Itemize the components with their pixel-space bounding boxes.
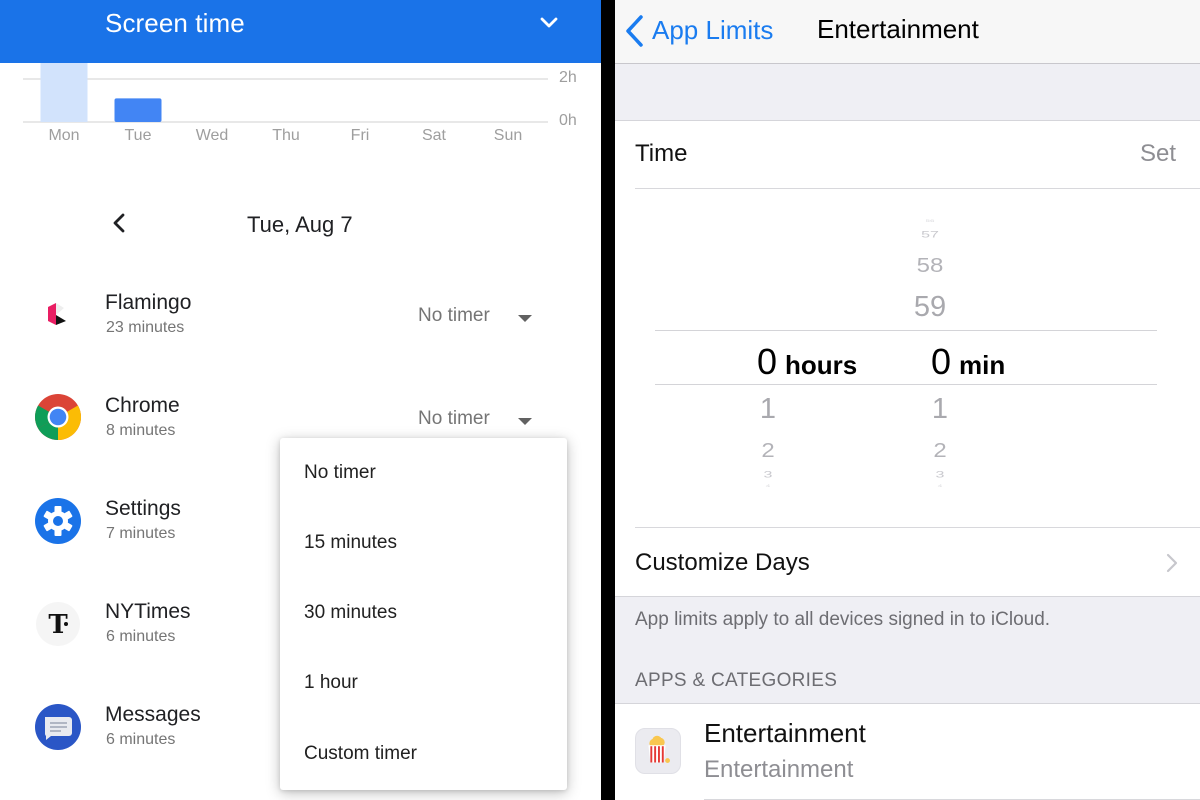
picker-minute-option: 4 (937, 483, 943, 488)
timer-value: No timer (418, 408, 490, 429)
bar-mon[interactable] (40, 61, 88, 122)
app-usage: 23 minutes (106, 319, 185, 336)
picker-minute-option: 59 (913, 291, 947, 323)
divider (635, 527, 1200, 528)
timer-dropdown[interactable]: No timer (418, 305, 532, 331)
customize-days-row[interactable]: Customize Days (615, 529, 1200, 597)
app-name: Flamingo (105, 291, 192, 314)
timer-value: No timer (418, 305, 490, 326)
picker-minute-option: 3 (935, 469, 945, 480)
set-button[interactable]: Set (1140, 140, 1176, 168)
picker-selection-top (655, 330, 1157, 331)
chevron-left-icon[interactable] (108, 210, 130, 236)
popcorn-icon (635, 728, 681, 774)
selected-date: Tue, Aug 7 (247, 212, 353, 237)
messages-app-icon (35, 704, 81, 750)
time-picker[interactable]: 56 57 58 59 0 hours 0 min 1 2 3 4 1 2 3 4 (615, 190, 1200, 528)
app-name: Settings (105, 497, 181, 520)
x-tick-label[interactable]: Tue (108, 127, 168, 145)
app-name: Chrome (105, 394, 180, 417)
minutes-unit: min (959, 350, 1006, 380)
app-bar-title: Screen time (105, 8, 245, 38)
hours-value: 0 (757, 341, 778, 382)
chrome-app-icon (35, 394, 81, 440)
chevron-down-icon[interactable] (538, 12, 560, 34)
ios-app-limits-panel: App Limits Entertainment Time Set 56 57 … (615, 0, 1200, 800)
x-tick-label[interactable]: Sun (478, 127, 538, 145)
chevron-left-icon (626, 15, 643, 47)
app-usage: 6 minutes (106, 731, 176, 748)
timer-dropdown[interactable]: No timer (418, 408, 532, 434)
y-tick-label: 2h (559, 69, 577, 86)
menu-item-no-timer[interactable]: No timer (280, 438, 567, 508)
timer-options-menu: No timer 15 minutes 30 minutes 1 hour Cu… (280, 438, 567, 790)
chevron-right-icon (1166, 553, 1178, 573)
customize-days-label: Customize Days (635, 549, 810, 576)
category-title: Entertainment (704, 718, 866, 748)
nytimes-app-icon: T (36, 602, 80, 646)
menu-item-1-hour[interactable]: 1 hour (280, 648, 567, 718)
settings-app-icon (35, 498, 81, 544)
menu-item-custom-timer[interactable]: Custom timer (280, 719, 567, 789)
section-header: APPS & CATEGORIES (635, 670, 838, 691)
app-usage: 7 minutes (106, 525, 176, 542)
app-usage: 8 minutes (106, 422, 176, 439)
picker-hour-option: 4 (765, 483, 771, 488)
app-name: Messages (105, 703, 201, 726)
x-tick-label[interactable]: Wed (182, 127, 242, 145)
x-tick-label[interactable]: Sat (404, 127, 464, 145)
picker-minute-option: 58 (916, 254, 944, 278)
time-label: Time (635, 140, 688, 167)
icloud-footnote: App limits apply to all devices signed i… (635, 609, 1051, 630)
app-usage: 6 minutes (106, 628, 176, 645)
x-tick-label[interactable]: Thu (256, 127, 316, 145)
picker-hour-option: 3 (763, 469, 773, 480)
app-name: NYTimes (105, 600, 191, 623)
android-screen-time-panel: 2h 0h Mon Tue Wed Thu Fri Sat Sun Screen time … (0, 0, 601, 800)
app-bar: Screen time (0, 0, 601, 63)
bar-tue[interactable] (114, 98, 162, 122)
picker-hour-option: 2 (761, 439, 775, 463)
hours-unit: hours (785, 350, 858, 380)
flamingo-app-icon (48, 303, 66, 325)
time-settings-card: Time Set 56 57 58 59 0 hours 0 min 1 2 3 4 (615, 120, 1200, 597)
dropdown-arrow-icon (518, 315, 532, 322)
picker-minute-option: 2 (933, 439, 947, 463)
menu-item-30-minutes[interactable]: 30 minutes (280, 578, 567, 648)
back-button-label: App Limits (652, 15, 774, 45)
x-tick-label[interactable]: Mon (34, 127, 94, 145)
divider (635, 188, 1200, 189)
category-row-entertainment[interactable]: Entertainment Entertainment (615, 703, 1200, 800)
time-row: Time Set (615, 121, 1200, 189)
picker-minute-option: 1 (931, 393, 949, 425)
app-row-flamingo[interactable]: Flamingo 23 minutes No timer (0, 291, 601, 371)
menu-item-15-minutes[interactable]: 15 minutes (280, 508, 567, 578)
category-subtitle: Entertainment (704, 756, 854, 783)
picker-hour-option: 1 (759, 393, 777, 425)
dropdown-arrow-icon (518, 418, 532, 425)
nav-title: Entertainment (817, 14, 979, 44)
picker-minute-option: 56 (925, 218, 935, 223)
minutes-selected: 0 min (931, 341, 1005, 383)
picker-minute-option: 57 (921, 229, 939, 240)
hours-selected: 0 hours (757, 341, 857, 383)
date-navigator: Tue, Aug 7 (0, 200, 601, 246)
y-tick-label: 0h (559, 112, 577, 129)
picker-selection-bottom (655, 384, 1157, 385)
navigation-bar: App Limits Entertainment (615, 0, 1200, 64)
minutes-value: 0 (931, 341, 952, 382)
x-tick-label[interactable]: Fri (330, 127, 390, 145)
